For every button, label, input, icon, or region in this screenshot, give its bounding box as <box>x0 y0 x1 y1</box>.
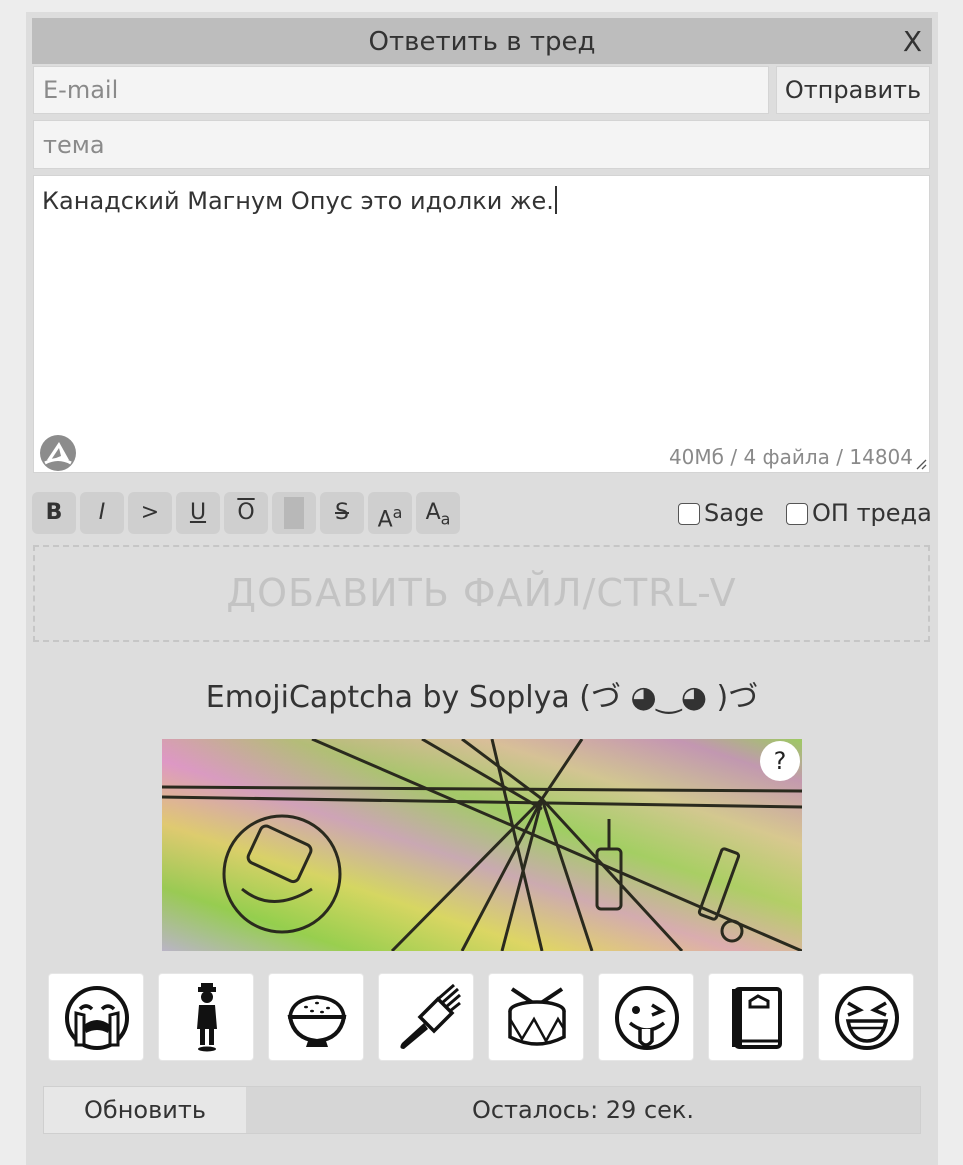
captcha-controls: Обновить Осталось: 29 сек. <box>43 1086 921 1134</box>
rice-bowl-icon <box>287 995 347 1047</box>
strike-button[interactable]: S <box>320 492 364 534</box>
subscript-mark: a <box>440 509 451 529</box>
italic-button[interactable]: I <box>80 492 124 534</box>
upload-limits: 40Мб / 4 файла / 14804 <box>668 445 913 469</box>
spoiler-icon <box>284 497 304 529</box>
notebook-icon <box>732 987 782 1049</box>
captcha-option-7[interactable] <box>708 973 804 1061</box>
message-textarea[interactable]: Канадский Магнум Опус это идолки же. 40М… <box>33 175 930 473</box>
subscript-base: A <box>425 500 441 525</box>
op-checkbox[interactable] <box>786 503 808 525</box>
message-text: Канадский Магнум Опус это идолки же. <box>42 187 554 215</box>
superscript-button[interactable]: Aa <box>368 492 412 534</box>
captcha-option-2[interactable] <box>158 973 254 1061</box>
overline-button[interactable]: O <box>224 492 268 534</box>
captcha-option-6[interactable] <box>598 973 694 1061</box>
quote-button[interactable]: > <box>128 492 172 534</box>
op-label: ОП треда <box>812 499 932 527</box>
captcha-option-8[interactable] <box>818 973 914 1061</box>
resize-handle-icon[interactable] <box>915 458 927 470</box>
captcha-timer: Осталось: 29 сек. <box>471 1096 695 1124</box>
sage-option[interactable]: Sage <box>678 498 764 528</box>
text-caret <box>554 186 557 214</box>
refresh-captcha-button[interactable]: Обновить <box>44 1087 246 1133</box>
sage-checkbox[interactable] <box>678 503 700 525</box>
captcha-option-4[interactable] <box>378 973 474 1061</box>
message-content: Канадский Магнум Опус это идолки же. <box>42 186 557 215</box>
form-title: Ответить в тред <box>368 27 596 57</box>
captcha-option-1[interactable] <box>48 973 144 1061</box>
file-dropzone[interactable]: ДОБАВИТЬ ФАЙЛ/CTRL-V <box>33 545 930 642</box>
site-logo-icon <box>40 435 76 471</box>
underline-button[interactable]: U <box>176 492 220 534</box>
captcha-option-3[interactable] <box>268 973 364 1061</box>
bold-button[interactable]: B <box>32 492 76 534</box>
close-button[interactable]: X <box>903 18 922 66</box>
captcha-option-5[interactable] <box>488 973 584 1061</box>
superscript-mark: a <box>392 503 403 522</box>
hair-pick-icon <box>400 983 461 1049</box>
email-input[interactable] <box>33 66 769 114</box>
captcha-help-button[interactable]: ? <box>760 741 800 781</box>
subscript-button[interactable]: Aa <box>416 492 460 534</box>
form-titlebar[interactable]: Ответить в тред X <box>32 18 932 64</box>
spoiler-button[interactable] <box>272 492 316 534</box>
captcha-title: EmojiCaptcha by Soplya (づ ◕‿◕ )づ <box>205 680 759 715</box>
op-option[interactable]: ОП треда <box>786 498 932 528</box>
submit-button[interactable]: Отправить <box>776 66 930 114</box>
grinning-squinting-face-icon <box>835 986 899 1050</box>
loudly-crying-face-icon <box>65 986 129 1050</box>
sage-label: Sage <box>704 499 764 527</box>
subject-input[interactable] <box>33 120 930 169</box>
drum-icon <box>508 987 566 1046</box>
superscript-base: A <box>377 507 393 533</box>
reply-form: Ответить в тред X Отправить Канадский Ма… <box>26 12 938 1165</box>
captcha-image <box>162 739 802 951</box>
winking-face-tongue-icon <box>615 986 679 1050</box>
man-in-suit-levitating-icon <box>197 983 217 1052</box>
